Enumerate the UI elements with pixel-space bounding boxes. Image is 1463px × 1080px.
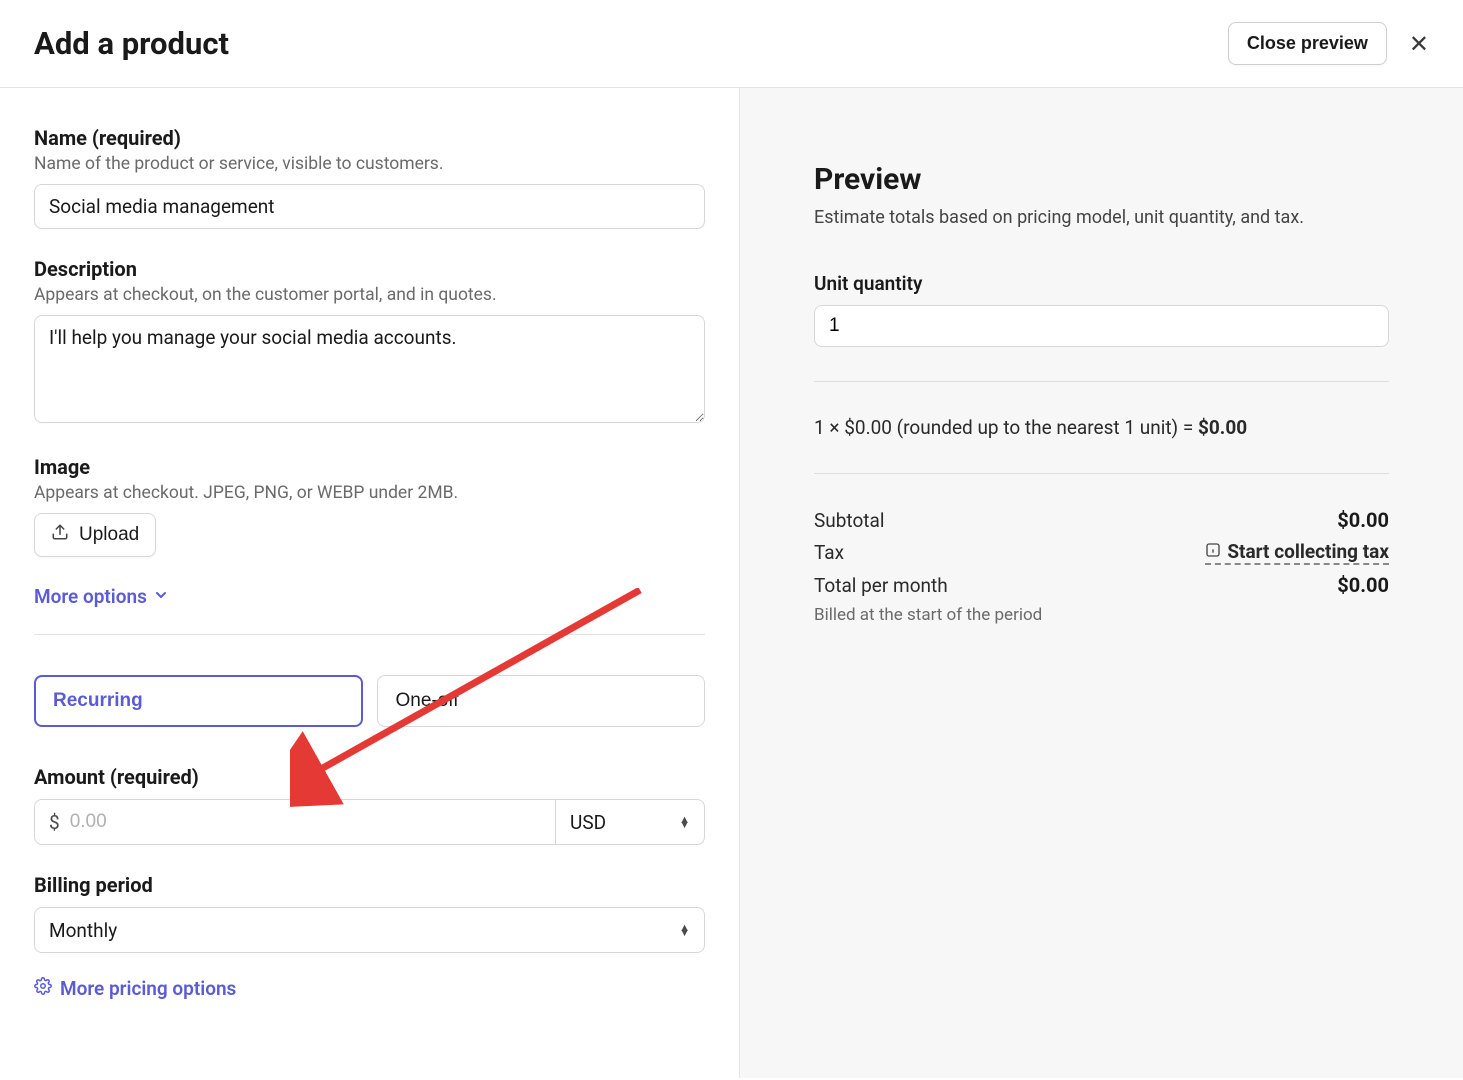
close-icon[interactable]: ✕ xyxy=(1409,32,1429,56)
gear-icon xyxy=(34,977,52,1000)
preview-divider xyxy=(814,381,1389,382)
section-divider xyxy=(34,634,705,635)
pricing-type-toggle: Recurring One-off xyxy=(34,675,705,727)
upload-label: Upload xyxy=(79,524,139,546)
billing-period-label: Billing period xyxy=(34,873,705,897)
amount-label: Amount (required) xyxy=(34,765,705,789)
image-label: Image xyxy=(34,455,705,479)
more-pricing-options[interactable]: More pricing options xyxy=(34,977,236,1000)
calc-line: 1 × $0.00 (rounded up to the nearest 1 u… xyxy=(814,416,1389,439)
updown-icon: ▲▼ xyxy=(679,925,690,936)
image-hint: Appears at checkout. JPEG, PNG, or WEBP … xyxy=(34,483,705,503)
page-title: Add a product xyxy=(34,25,229,62)
start-collecting-tax-link[interactable]: Start collecting tax xyxy=(1205,540,1389,565)
description-input[interactable] xyxy=(34,315,705,423)
name-label: Name (required) xyxy=(34,126,705,150)
form-panel: Name (required) Name of the product or s… xyxy=(0,88,740,1078)
preview-panel: Preview Estimate totals based on pricing… xyxy=(740,88,1463,1078)
upload-icon xyxy=(51,523,69,547)
updown-icon: ▲▼ xyxy=(679,817,690,828)
more-options-toggle[interactable]: More options xyxy=(34,585,169,608)
amount-input-wrap[interactable]: $ xyxy=(34,799,555,845)
chevron-down-icon xyxy=(153,585,169,608)
preview-title: Preview xyxy=(814,162,1389,197)
currency-select[interactable]: USD ▲▼ xyxy=(555,799,705,845)
unit-quantity-label: Unit quantity xyxy=(814,272,1389,295)
subtotal-row: Subtotal $0.00 xyxy=(814,508,1389,532)
preview-subtitle: Estimate totals based on pricing model, … xyxy=(814,207,1389,228)
currency-prefix: $ xyxy=(49,811,60,834)
unit-quantity-input[interactable] xyxy=(814,305,1389,347)
info-icon xyxy=(1205,540,1221,563)
recurring-button[interactable]: Recurring xyxy=(34,675,363,727)
amount-input[interactable] xyxy=(70,811,541,833)
tax-row: Tax Start collecting tax xyxy=(814,540,1389,565)
preview-divider xyxy=(814,473,1389,474)
total-row: Total per month $0.00 xyxy=(814,573,1389,597)
upload-button[interactable]: Upload xyxy=(34,513,156,557)
name-input[interactable] xyxy=(34,184,705,229)
billed-hint: Billed at the start of the period xyxy=(814,605,1389,625)
description-label: Description xyxy=(34,257,705,281)
close-preview-button[interactable]: Close preview xyxy=(1228,22,1387,65)
page-header: Add a product Close preview ✕ xyxy=(0,0,1463,88)
billing-period-select[interactable]: Monthly ▲▼ xyxy=(34,907,705,953)
description-hint: Appears at checkout, on the customer por… xyxy=(34,285,705,305)
one-off-button[interactable]: One-off xyxy=(377,675,706,727)
name-hint: Name of the product or service, visible … xyxy=(34,154,705,174)
